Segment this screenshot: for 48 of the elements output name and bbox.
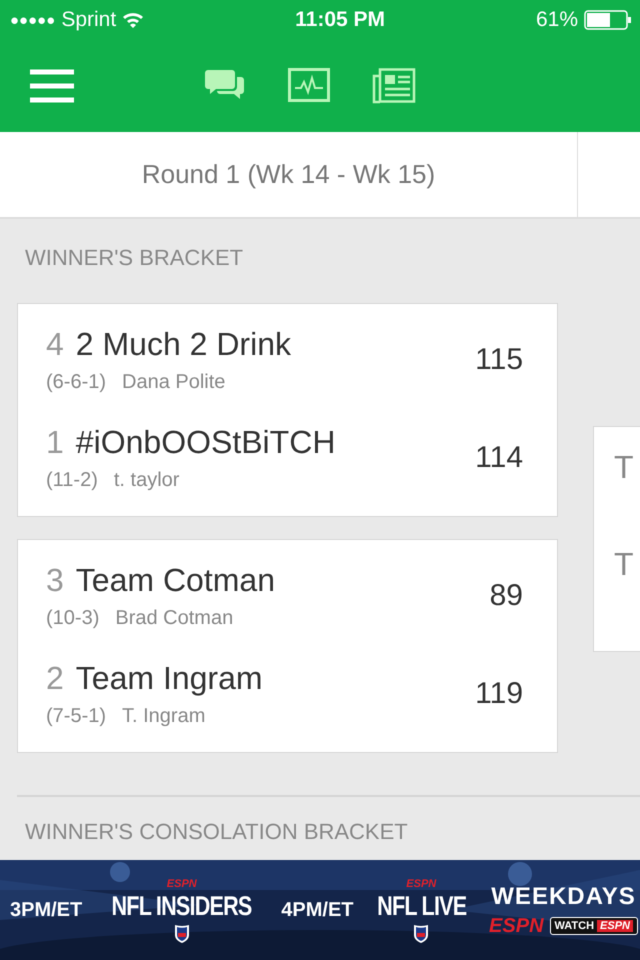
shield-icon [174, 922, 190, 942]
show-time: 4PM/ET [281, 898, 354, 922]
network-logo: ESPN [406, 878, 436, 890]
clock-time: 11:05 PM [295, 8, 386, 32]
matchup-card[interactable]: 4 2 Much 2 Drink (6-6-1) Dana Polite 115 1 #iOnbOOStBiTCH (11-2) t. taylor 114 [17, 303, 558, 517]
team-record: (11-2) [46, 469, 98, 492]
wifi-icon [122, 11, 144, 29]
show-time: 3PM/ET [10, 898, 82, 922]
team-score: 119 [475, 677, 523, 711]
team-owner: T. Ingram [122, 705, 206, 728]
team-name: #iOnbOOStBiTCH [76, 424, 336, 461]
network-logo: ESPN [489, 914, 544, 938]
network-logo: ESPN [166, 878, 197, 890]
tagline: WEEKDAYS [491, 882, 636, 910]
battery-percentage: 61% [536, 8, 578, 32]
menu-icon[interactable] [30, 69, 74, 103]
team-score: 115 [475, 343, 523, 377]
team-score: 89 [490, 579, 523, 613]
team-seed: 1 [46, 424, 64, 461]
team-record: (7-5-1) [46, 705, 106, 728]
team-name: T [614, 449, 635, 486]
section-heading: WINNER'S CONSOLATION BRACKET [24, 818, 409, 846]
team-record: (6-6-1) [46, 371, 106, 394]
team-name: Team Ingram [76, 660, 263, 697]
team-owner: Dana Polite [122, 371, 226, 394]
matchup-card[interactable]: 3 Team Cotman (10-3) Brad Cotman 89 2 Team Ingram (7-5-1) T. Ingram 119 [17, 539, 558, 753]
team-owner: Brad Cotman [115, 607, 234, 630]
newspaper-icon[interactable] [372, 68, 416, 104]
carrier-name: Sprint [61, 8, 116, 32]
matchup-card[interactable]: T T [593, 426, 640, 652]
watch-logo: WATCH ESPN [550, 917, 638, 935]
team-seed: 2 [46, 660, 64, 697]
battery-icon [584, 10, 632, 30]
team-seed: 4 [46, 326, 64, 363]
team-seed: 3 [46, 562, 64, 599]
team-name: T [614, 546, 635, 583]
team-owner: t. taylor [114, 469, 180, 492]
team-record: (10-3) [46, 607, 100, 630]
activity-monitor-icon[interactable] [288, 68, 330, 102]
signal-dots: ●●●●● [10, 12, 56, 28]
chat-icon[interactable] [204, 68, 246, 102]
show-title: NFL INSIDERS [112, 890, 252, 922]
team-score: 114 [475, 441, 523, 475]
show-title: NFL LIVE [376, 890, 466, 922]
section-heading: WINNER'S BRACKET [24, 244, 244, 272]
team-name: 2 Much 2 Drink [76, 326, 291, 363]
shield-icon [413, 922, 430, 942]
team-name: Team Cotman [76, 562, 275, 599]
